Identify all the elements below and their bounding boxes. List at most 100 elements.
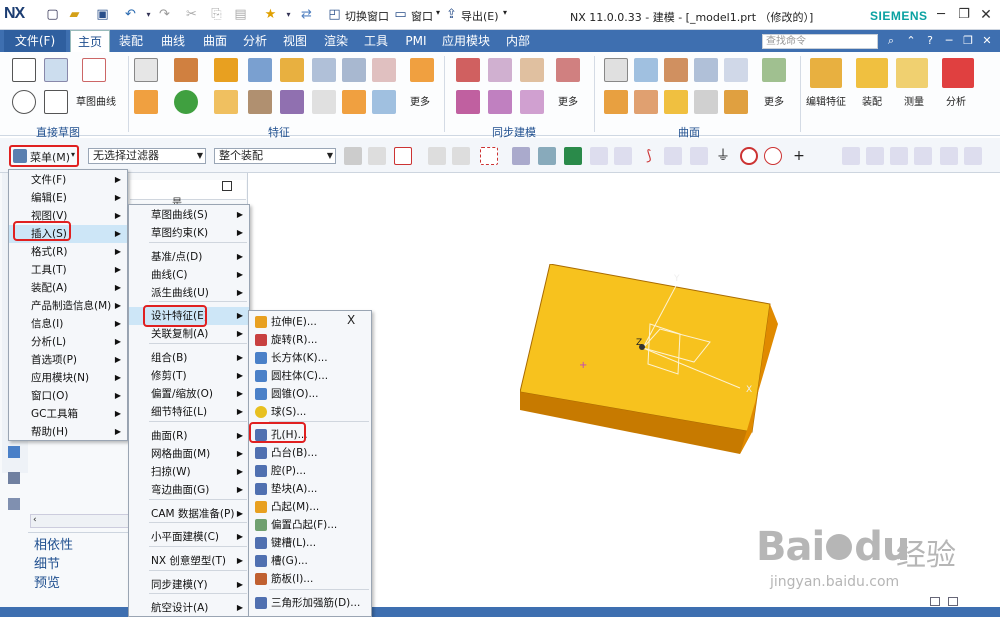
curve-point-icon[interactable] xyxy=(690,147,708,165)
edge-blend-icon[interactable] xyxy=(248,90,272,114)
design-feature-item-9[interactable]: 垫块(A)... xyxy=(249,480,371,498)
cut-icon[interactable]: ✂ xyxy=(183,6,200,23)
arc-icon[interactable] xyxy=(44,90,68,114)
assembly-button[interactable]: 装配 xyxy=(862,93,882,108)
export-button[interactable]: 导出(E) xyxy=(461,8,499,24)
tab-render[interactable]: 渲染 xyxy=(318,30,354,52)
insert-menu-item-11[interactable]: 曲面(R) ▶ xyxy=(129,427,249,445)
command-search-input[interactable]: 查找命令 xyxy=(762,34,878,49)
select-all-icon[interactable] xyxy=(344,147,362,165)
zoom-icon[interactable] xyxy=(866,147,884,165)
dependencies-section[interactable]: 相依性 xyxy=(34,534,73,553)
insert-menu-item-16[interactable]: 小平面建模(C) ▶ xyxy=(129,528,249,546)
through-curve-mesh-icon[interactable] xyxy=(634,90,658,114)
save-icon[interactable]: ▣ xyxy=(94,6,111,23)
insert-menu-item-12[interactable]: 网格曲面(M) ▶ xyxy=(129,445,249,463)
swept-icon[interactable] xyxy=(694,58,718,82)
insert-menu-item-15[interactable]: CAM 数据准备(P) ▶ xyxy=(129,505,249,523)
resize-blend-icon[interactable] xyxy=(520,90,544,114)
part-navigator-icon[interactable] xyxy=(8,446,20,458)
thicken-icon[interactable] xyxy=(694,90,718,114)
collapse-ribbon-icon[interactable]: ⌃ xyxy=(903,33,919,49)
search-icon[interactable]: ⌕ xyxy=(883,33,899,49)
delete-face-icon[interactable] xyxy=(488,90,512,114)
sketch-point-icon[interactable] xyxy=(44,58,68,82)
rectangle-select-icon[interactable] xyxy=(480,147,498,165)
tab-view[interactable]: 视图 xyxy=(277,30,313,52)
redo-icon[interactable]: ↷ xyxy=(156,6,173,23)
circle-icon[interactable] xyxy=(12,90,36,114)
touch-dropdown-icon[interactable]: ▾ xyxy=(280,6,297,23)
render-style-icon[interactable] xyxy=(940,147,958,165)
selection-scope-select[interactable]: 整个装配 ▼ xyxy=(214,148,336,164)
main-menu-item-0[interactable]: 文件(F) ▶ xyxy=(9,171,127,189)
paste-icon[interactable]: ▤ xyxy=(232,6,249,23)
main-menu-button[interactable]: 菜单(M) ▾ xyxy=(9,145,79,167)
control-point-icon[interactable]: ⟆ xyxy=(640,147,658,165)
snap-enable-icon[interactable] xyxy=(564,147,582,165)
scroll-left-icon[interactable]: ‹ xyxy=(33,515,37,525)
design-feature-item-15[interactable]: 三角形加强筋(D)... xyxy=(249,594,371,612)
close-button[interactable]: ✕ xyxy=(975,5,997,25)
tab-internal[interactable]: 内部 xyxy=(500,30,536,52)
surface-more-icon[interactable] xyxy=(762,58,786,82)
window-dropdown-icon[interactable]: ▾ xyxy=(436,8,440,17)
measure-button[interactable]: 测量 xyxy=(904,93,924,108)
insert-menu-item-13[interactable]: 扫掠(W) ▶ xyxy=(129,463,249,481)
window-icon[interactable]: ▭ xyxy=(392,6,409,23)
insert-menu-item-17[interactable]: NX 创意塑型(T) ▶ xyxy=(129,552,249,570)
preview-section[interactable]: 预览 xyxy=(34,572,60,591)
tab-file[interactable]: 文件(F) xyxy=(4,30,66,52)
main-menu-item-1[interactable]: 编辑(E) ▶ xyxy=(9,189,127,207)
sketch-curve-icon[interactable] xyxy=(82,58,106,82)
edit-feature-icon[interactable] xyxy=(810,58,842,88)
revolve-icon[interactable] xyxy=(134,90,158,114)
export-dropdown-icon[interactable]: ▾ xyxy=(503,8,507,17)
new-file-icon[interactable]: ▢ xyxy=(44,6,61,23)
quadrant-icon[interactable]: ⏚ xyxy=(714,147,732,165)
ruled-icon[interactable] xyxy=(604,90,628,114)
horizontal-scrollbar[interactable]: ‹ xyxy=(30,514,130,528)
main-menu-item-14[interactable]: 帮助(H) ▶ xyxy=(9,423,127,441)
tab-surface[interactable]: 曲面 xyxy=(197,30,233,52)
select-solid-icon[interactable] xyxy=(538,147,556,165)
copy-icon[interactable]: ⎘ xyxy=(208,6,225,23)
select-body-icon[interactable] xyxy=(452,147,470,165)
arc-center-icon[interactable] xyxy=(740,147,758,165)
edit-feature-button[interactable]: 编辑特征 xyxy=(806,93,846,108)
offset-region-icon[interactable] xyxy=(520,58,544,82)
main-menu-item-9[interactable]: 分析(L) ▶ xyxy=(9,333,127,351)
insert-menu-item-2[interactable]: 基准/点(D) ▶ xyxy=(129,248,249,266)
touch-mode-icon[interactable]: ★ xyxy=(262,6,279,23)
assembly-icon[interactable] xyxy=(856,58,888,88)
insert-menu-item-0[interactable]: 草图曲线(S) ▶ xyxy=(129,206,249,224)
fit-view-icon[interactable] xyxy=(842,147,860,165)
trim-body-icon[interactable] xyxy=(342,90,366,114)
sketch-curve-button[interactable]: 草图曲线 xyxy=(76,93,116,108)
main-menu-item-8[interactable]: 信息(I) ▶ xyxy=(9,315,127,333)
sew-icon[interactable] xyxy=(724,90,748,114)
chamfer-icon[interactable] xyxy=(280,90,304,114)
tab-curve[interactable]: 曲线 xyxy=(155,30,191,52)
deselect-icon[interactable] xyxy=(368,147,386,165)
main-menu-item-7[interactable]: 产品制造信息(M) ▶ xyxy=(9,297,127,315)
restore-button[interactable]: ❐ xyxy=(953,5,975,25)
main-menu-item-10[interactable]: 首选项(P) ▶ xyxy=(9,351,127,369)
design-feature-item-3[interactable]: 圆柱体(C)... xyxy=(249,367,371,385)
main-menu-item-12[interactable]: 窗口(O) ▶ xyxy=(9,387,127,405)
subtract-icon[interactable] xyxy=(312,90,336,114)
design-feature-item-5[interactable]: 球(S)... xyxy=(249,403,371,421)
hole-icon[interactable] xyxy=(214,58,238,82)
pattern-icon[interactable] xyxy=(342,58,366,82)
offset-face-icon[interactable] xyxy=(372,90,396,114)
edit-section-icon[interactable] xyxy=(964,147,982,165)
insert-menu-item-18[interactable]: 同步建模(Y) ▶ xyxy=(129,576,249,594)
emboss-icon[interactable] xyxy=(214,90,238,114)
open-folder-icon[interactable]: ▰ xyxy=(66,6,83,23)
boss-icon[interactable] xyxy=(248,58,272,82)
design-feature-item-11[interactable]: 偏置凸起(F)... xyxy=(249,516,371,534)
bounded-plane-icon[interactable] xyxy=(604,58,628,82)
move-face-icon[interactable] xyxy=(456,58,480,82)
surface-more-button[interactable]: 更多 xyxy=(764,93,784,108)
measure-icon[interactable] xyxy=(896,58,928,88)
